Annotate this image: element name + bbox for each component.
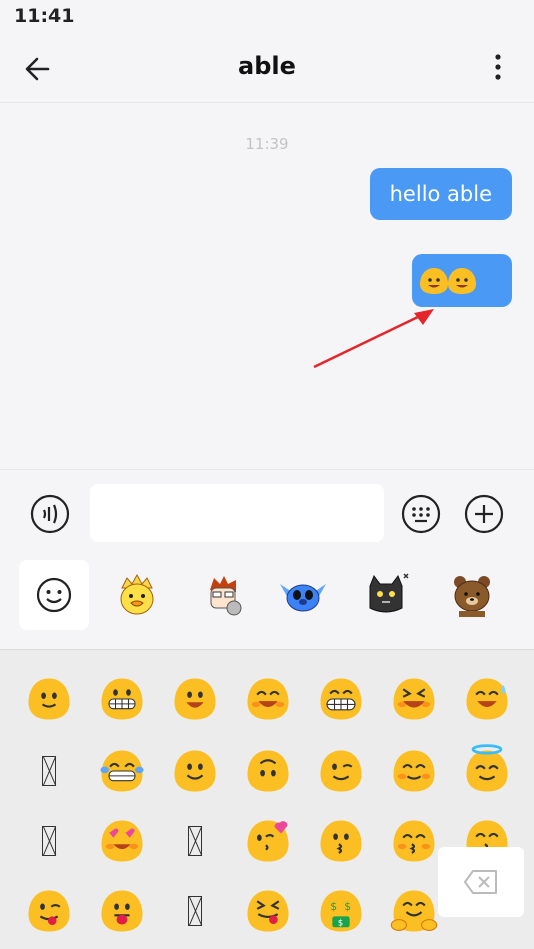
squint-tongue-emoji-icon[interactable] [231, 874, 304, 947]
backspace-button[interactable] [438, 847, 524, 917]
grin-teeth-emoji-icon[interactable] [85, 662, 158, 735]
wink-tongue-emoji-icon[interactable] [12, 874, 85, 947]
upside-down-emoji-icon[interactable] [231, 734, 304, 807]
wink-emoji-icon[interactable] [304, 734, 377, 807]
slight-smile-emoji-icon[interactable] [12, 662, 85, 735]
missing-glyph-icon[interactable] [12, 804, 85, 877]
sweat-smile-emoji-icon[interactable] [450, 662, 523, 735]
squint-laugh-emoji-icon[interactable] [377, 662, 450, 735]
tab-sticker-bear[interactable] [437, 560, 507, 630]
cartoon-boy-sticker-icon [210, 576, 242, 616]
annotation-arrow-icon [313, 309, 434, 369]
voice-input-icon[interactable] [30, 494, 70, 534]
tab-sticker-stitch[interactable] [268, 560, 338, 630]
svg-text:$: $ [330, 899, 337, 912]
grinning-blob-icon [448, 268, 476, 294]
smiley-face-icon [36, 577, 72, 613]
tab-sticker-cat[interactable] [352, 560, 422, 630]
message-input[interactable] [90, 484, 384, 542]
keyboard-toggle-icon[interactable] [401, 494, 441, 534]
tab-sticker-boy[interactable] [188, 560, 258, 630]
tab-emoji[interactable] [19, 560, 89, 630]
missing-glyph-icon [41, 825, 56, 856]
svg-text:$: $ [344, 899, 351, 912]
input-bar [0, 469, 534, 556]
missing-glyph-icon[interactable] [158, 874, 231, 947]
heart-eyes-emoji-icon[interactable] [85, 804, 158, 877]
yellow-chick-sticker-icon [120, 573, 154, 615]
missing-glyph-icon[interactable] [12, 734, 85, 807]
grinning-blob-icon [420, 268, 448, 294]
message-list[interactable]: 11:39 hello able [0, 103, 534, 468]
open-smile-emoji-icon[interactable] [158, 662, 231, 735]
kiss-heart-emoji-icon[interactable] [231, 804, 304, 877]
smiling-eyes-emoji-icon[interactable] [377, 734, 450, 807]
missing-glyph-icon [41, 755, 56, 786]
backspace-icon [464, 870, 497, 894]
halo-emoji-icon[interactable] [450, 734, 523, 807]
grin-blush-emoji-icon[interactable] [231, 662, 304, 735]
kissing-emoji-icon[interactable] [304, 804, 377, 877]
money-mouth-emoji-icon[interactable]: $ $ $ [304, 874, 377, 947]
sticker-tabs [0, 555, 534, 650]
tongue-out-emoji-icon[interactable] [85, 874, 158, 947]
brown-bear-sticker-icon [454, 576, 490, 617]
status-time: 11:41 [14, 5, 75, 27]
message-bubble-text[interactable]: hello able [369, 168, 512, 220]
missing-glyph-icon[interactable] [158, 804, 231, 877]
tears-of-joy-emoji-icon[interactable] [85, 734, 158, 807]
svg-text:$: $ [337, 918, 343, 928]
more-options-icon[interactable] [488, 52, 508, 82]
message-timestamp: 11:39 [245, 135, 289, 153]
big-grin-emoji-icon[interactable] [304, 662, 377, 735]
missing-glyph-icon [187, 895, 202, 926]
chat-title: able [238, 52, 296, 80]
smile-emoji-icon[interactable] [158, 734, 231, 807]
add-attachment-icon[interactable] [464, 494, 504, 534]
stitch-sticker-icon [280, 584, 326, 612]
missing-glyph-icon [187, 825, 202, 856]
status-bar: 11:41 [0, 0, 534, 32]
chat-header: able [0, 32, 534, 103]
tab-sticker-chick[interactable] [102, 560, 172, 630]
black-cat-sticker-icon [369, 573, 409, 613]
